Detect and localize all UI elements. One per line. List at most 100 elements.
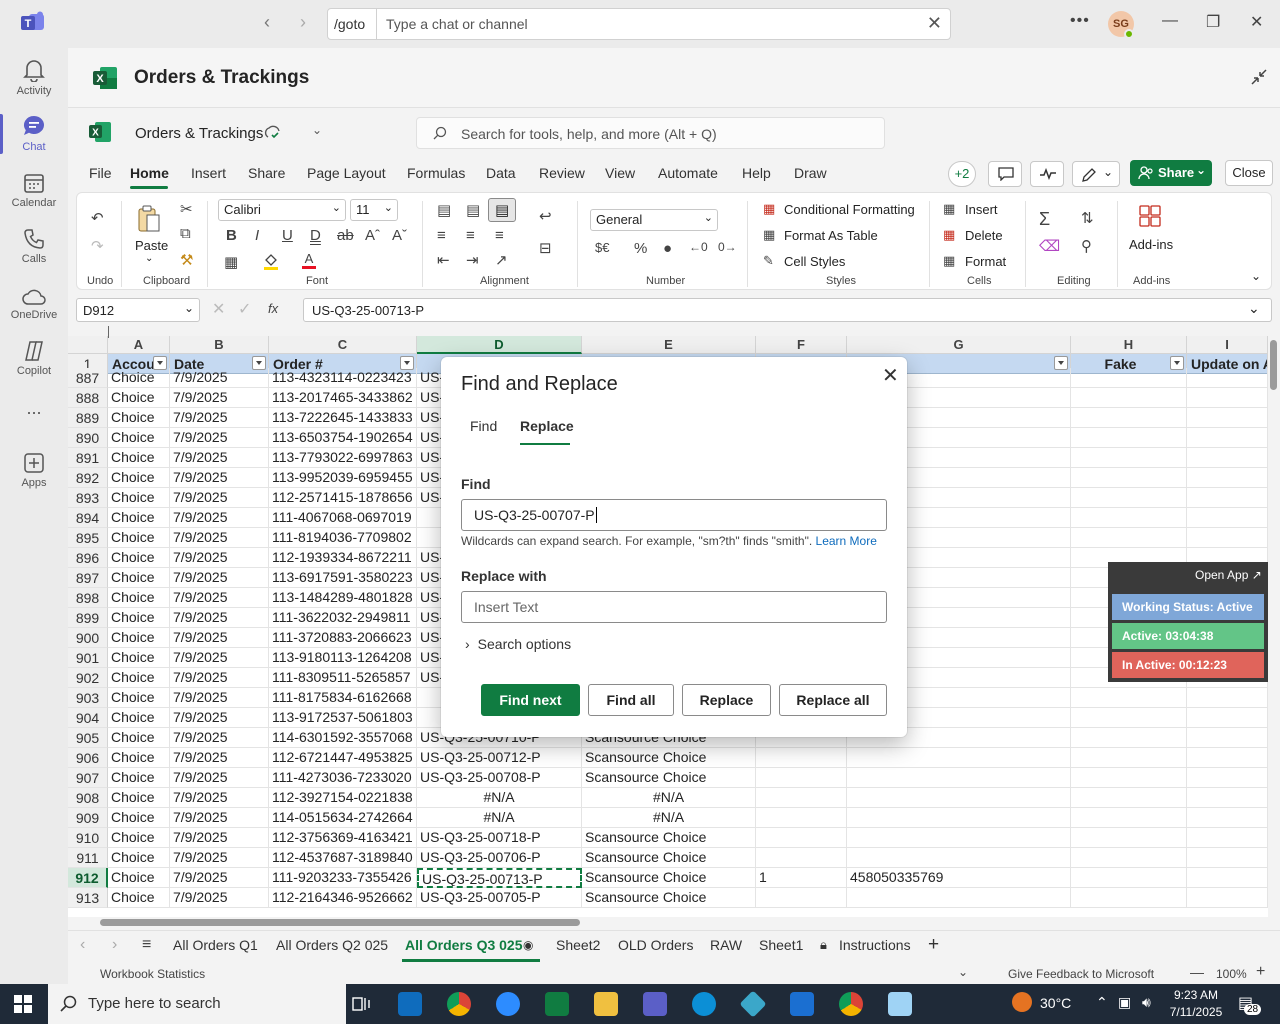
table-cell[interactable]: 112-3927154-0221838 (269, 788, 417, 808)
increase-indent-icon[interactable]: ⇥ (466, 251, 479, 269)
table-cell[interactable]: 7/9/2025 (170, 848, 269, 868)
table-cell[interactable] (1071, 408, 1187, 428)
align-center-icon[interactable]: ≡ (466, 227, 475, 244)
table-cell[interactable]: 7/9/2025 (170, 708, 269, 728)
rail-item-chat[interactable]: Chat (0, 112, 68, 153)
table-cell[interactable] (1187, 428, 1268, 448)
row-header[interactable]: 887 (68, 368, 108, 388)
table-cell[interactable] (756, 888, 847, 908)
table-cell[interactable]: 1 (756, 868, 847, 888)
currency-icon[interactable]: $€ (595, 240, 609, 255)
clock[interactable]: 9:23 AM 7/11/2025 (1168, 987, 1224, 1021)
table-cell[interactable]: Choice (108, 748, 170, 768)
table-cell[interactable] (1187, 888, 1268, 908)
table-cell[interactable] (1071, 888, 1187, 908)
forward-arrow-icon[interactable]: › (300, 12, 306, 33)
align-bottom-button[interactable]: ▤ (488, 198, 516, 222)
table-cell[interactable]: Choice (108, 448, 170, 468)
comma-style-icon[interactable]: ● (663, 240, 672, 257)
row-header[interactable]: 899 (68, 608, 108, 628)
row-header[interactable]: 908 (68, 788, 108, 808)
table-cell[interactable]: Choice (108, 388, 170, 408)
table-cell[interactable] (756, 788, 847, 808)
table-cell[interactable]: 7/9/2025 (170, 588, 269, 608)
tab-help[interactable]: Help (742, 165, 771, 181)
table-cell[interactable] (1187, 688, 1268, 708)
tab-find[interactable]: Find (470, 418, 497, 434)
increase-decimal-icon[interactable]: ←0 (689, 240, 708, 254)
table-cell[interactable] (1187, 728, 1268, 748)
table-cell[interactable]: 7/9/2025 (170, 548, 269, 568)
strikethrough-icon[interactable]: ab (337, 227, 354, 244)
table-cell[interactable] (1187, 708, 1268, 728)
merge-center-icon[interactable]: ⊟ (539, 239, 552, 257)
workbook-name[interactable]: Orders & Trackings (135, 125, 263, 142)
rail-item-more[interactable]: ... (0, 398, 68, 418)
excel-taskbar-icon[interactable] (545, 992, 569, 1016)
table-cell[interactable]: 113-9952039-6959455 (269, 468, 417, 488)
rail-item-calendar[interactable]: Calendar (0, 168, 68, 209)
editing-mode-button[interactable]: ⌄ (1072, 161, 1120, 187)
table-cell[interactable] (756, 828, 847, 848)
chrome-icon[interactable] (839, 992, 863, 1016)
table-cell[interactable]: 7/9/2025 (170, 808, 269, 828)
horizontal-scroll-thumb[interactable] (100, 919, 580, 926)
table-cell[interactable] (1187, 768, 1268, 788)
fill-color-icon[interactable] (263, 253, 279, 271)
tab-page-layout[interactable]: Page Layout (307, 165, 386, 181)
active-cell[interactable]: US-Q3-25-00713-P (417, 868, 582, 888)
format-cells-button[interactable]: Format (965, 254, 1006, 269)
table-cell[interactable] (1071, 688, 1187, 708)
network-icon[interactable]: ▣ (1118, 994, 1131, 1011)
table-cell[interactable]: 111-4067068-0697019 (269, 508, 417, 528)
row-header[interactable]: 910 (68, 828, 108, 848)
table-cell[interactable] (1071, 468, 1187, 488)
table-cell[interactable]: 111-8194036-7709802 (269, 528, 417, 548)
table-cell[interactable] (1187, 828, 1268, 848)
table-cell[interactable]: Choice (108, 808, 170, 828)
table-cell[interactable]: 458050335769 (847, 868, 1071, 888)
close-icon[interactable]: ✕ (882, 363, 899, 388)
zoom-app-icon[interactable] (496, 992, 520, 1016)
table-cell[interactable] (847, 828, 1071, 848)
table-cell[interactable]: Choice (108, 668, 170, 688)
table-cell[interactable] (1187, 368, 1268, 388)
table-cell[interactable]: Choice (108, 888, 170, 908)
learn-more-link[interactable]: Learn More (816, 534, 877, 548)
find-select-icon[interactable]: ⚲ (1081, 237, 1092, 255)
table-cell[interactable] (756, 748, 847, 768)
close-button[interactable]: Close (1225, 160, 1273, 186)
table-cell[interactable]: Choice (108, 848, 170, 868)
find-all-button[interactable]: Find all (588, 684, 674, 716)
table-cell[interactable] (847, 788, 1071, 808)
table-cell[interactable] (1071, 848, 1187, 868)
rail-item-copilot[interactable]: Copilot (0, 336, 68, 377)
find-input[interactable]: US-Q3-25-00707-P (461, 499, 887, 531)
zoom-out-icon[interactable]: — (1190, 964, 1204, 980)
row-header[interactable]: 906 (68, 748, 108, 768)
tab-home[interactable]: Home (130, 165, 169, 181)
cut-icon[interactable]: ✂ (180, 200, 193, 218)
table-cell[interactable]: 7/9/2025 (170, 468, 269, 488)
delete-cells-button[interactable]: Delete (965, 228, 1003, 243)
row-header[interactable]: 909 (68, 808, 108, 828)
table-cell[interactable] (1187, 488, 1268, 508)
table-cell[interactable] (1187, 808, 1268, 828)
table-cell[interactable]: 7/9/2025 (170, 748, 269, 768)
table-cell[interactable] (1071, 428, 1187, 448)
workbook-statistics[interactable]: Workbook Statistics (100, 967, 205, 981)
table-cell[interactable]: 7/9/2025 (170, 628, 269, 648)
copy-icon[interactable]: ⧉ (180, 225, 191, 242)
find-next-button[interactable]: Find next (481, 684, 580, 716)
chevron-down-icon[interactable]: ⌄ (1251, 269, 1261, 283)
teams-taskbar-icon[interactable] (643, 992, 667, 1016)
row-header[interactable]: 912 (68, 868, 108, 888)
cell-styles-button[interactable]: Cell Styles (784, 254, 845, 269)
table-cell[interactable]: Choice (108, 468, 170, 488)
tab-formulas[interactable]: Formulas (407, 165, 465, 181)
decrease-decimal-icon[interactable]: 0→ (718, 240, 737, 254)
row-header[interactable]: 889 (68, 408, 108, 428)
table-cell[interactable] (1071, 768, 1187, 788)
table-cell[interactable]: 113-7222645-1433833 (269, 408, 417, 428)
row-header[interactable]: 888 (68, 388, 108, 408)
